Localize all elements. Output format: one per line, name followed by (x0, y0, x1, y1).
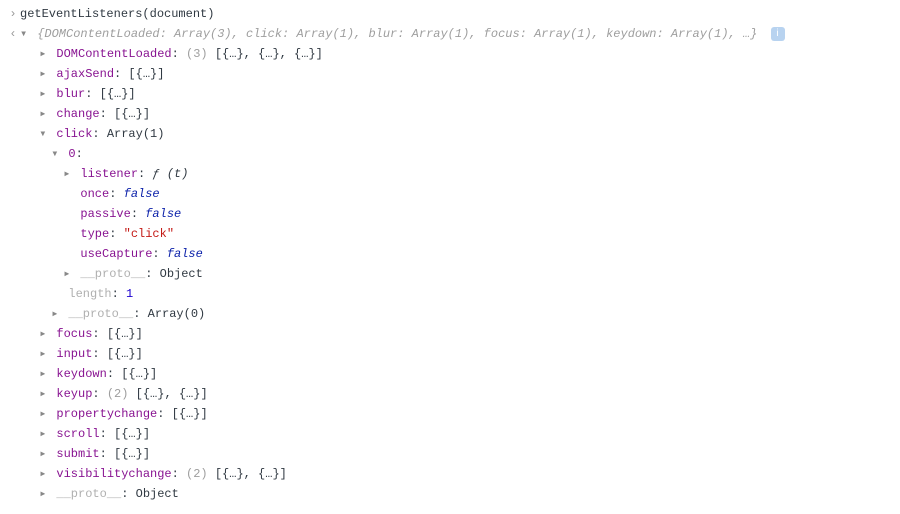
prop-key: focus (56, 327, 92, 341)
prop-preview: [{…}] (114, 427, 150, 441)
prop-value: false (167, 247, 203, 261)
input-prompt-icon (6, 4, 20, 24)
prop-value: Object (136, 487, 179, 501)
prop-key: click (56, 127, 92, 141)
result-summary: {DOMContentLoaded: Array(3), click: Arra… (37, 27, 757, 41)
prop-visibilitychange[interactable]: visibilitychange: (2) [{…}, {…}] (20, 464, 894, 484)
prop-key: propertychange (56, 407, 157, 421)
prop-value: 1 (126, 287, 133, 301)
prop-ajaxSend[interactable]: ajaxSend: [{…}] (20, 64, 894, 84)
chevron-right-icon[interactable] (39, 324, 49, 344)
prop-preview: [{…}] (107, 347, 143, 361)
devtools-console: getEventListeners(document) {DOMContentL… (0, 0, 900, 510)
prop-preview: [{…}] (114, 447, 150, 461)
prop-preview: [{…}] (128, 67, 164, 81)
index-0[interactable]: 0: (20, 144, 894, 164)
prop-once[interactable]: once: false (20, 184, 894, 204)
prop-value: Object (160, 267, 203, 281)
prop-proto-click[interactable]: __proto__: Array(0) (20, 304, 894, 324)
chevron-right-icon[interactable] (39, 384, 49, 404)
result-root[interactable]: {DOMContentLoaded: Array(3), click: Arra… (20, 24, 894, 44)
chevron-right-icon[interactable] (39, 344, 49, 364)
prop-submit[interactable]: submit: [{…}] (20, 444, 894, 464)
chevron-right-icon[interactable] (39, 444, 49, 464)
prop-DOMContentLoaded[interactable]: DOMContentLoaded: (3) [{…}, {…}, {…}] (20, 44, 894, 64)
prop-preview: [{…}, {…}] (215, 467, 287, 481)
prop-count: (2) (186, 467, 208, 481)
prop-length[interactable]: length: 1 (20, 284, 894, 304)
prop-input[interactable]: input: [{…}] (20, 344, 894, 364)
prop-key: input (56, 347, 92, 361)
chevron-right-icon[interactable] (39, 44, 49, 64)
prop-preview: [{…}] (100, 87, 136, 101)
prop-preview: [{…}, {…}, {…}] (215, 47, 323, 61)
prop-key: passive (80, 207, 130, 221)
chevron-down-icon[interactable] (39, 124, 49, 144)
chevron-right-icon[interactable] (51, 304, 61, 324)
prop-key: __proto__ (68, 307, 133, 321)
prop-proto-0[interactable]: __proto__: Object (20, 264, 894, 284)
prop-key: submit (56, 447, 99, 461)
prop-keydown[interactable]: keydown: [{…}] (20, 364, 894, 384)
chevron-right-icon[interactable] (39, 464, 49, 484)
chevron-right-icon[interactable] (39, 424, 49, 444)
prop-key: ajaxSend (56, 67, 114, 81)
prop-value: false (145, 207, 181, 221)
chevron-right-icon[interactable] (39, 364, 49, 384)
prop-focus[interactable]: focus: [{…}] (20, 324, 894, 344)
prop-value: false (124, 187, 160, 201)
prop-propertychange[interactable]: propertychange: [{…}] (20, 404, 894, 424)
chevron-right-icon[interactable] (39, 484, 49, 504)
chevron-right-icon[interactable] (39, 84, 49, 104)
prop-key: useCapture (80, 247, 152, 261)
prop-click[interactable]: click: Array(1) (20, 124, 894, 144)
prop-preview: [{…}, {…}] (136, 387, 208, 401)
prop-key: scroll (56, 427, 99, 441)
output-marker-icon (6, 24, 20, 44)
info-icon[interactable]: i (771, 27, 785, 41)
prop-change[interactable]: change: [{…}] (20, 104, 894, 124)
console-output-row: {DOMContentLoaded: Array(3), click: Arra… (0, 24, 900, 504)
prop-key: __proto__ (80, 267, 145, 281)
console-input-row: getEventListeners(document) (0, 4, 900, 24)
prop-proto-root[interactable]: __proto__: Object (20, 484, 894, 504)
chevron-right-icon[interactable] (39, 64, 49, 84)
prop-listener[interactable]: listener: ƒ (t) (20, 164, 894, 184)
prop-preview: [{…}] (121, 367, 157, 381)
prop-value: "click" (124, 227, 174, 241)
chevron-down-icon[interactable] (20, 24, 30, 44)
prop-value: Array(1) (107, 127, 165, 141)
prop-key: length (68, 287, 111, 301)
prop-useCapture[interactable]: useCapture: false (20, 244, 894, 264)
prop-key: once (80, 187, 109, 201)
prop-type[interactable]: type: "click" (20, 224, 894, 244)
prop-preview: [{…}] (114, 107, 150, 121)
chevron-right-icon[interactable] (63, 164, 73, 184)
prop-key: keydown (56, 367, 106, 381)
chevron-right-icon[interactable] (39, 104, 49, 124)
prop-scroll[interactable]: scroll: [{…}] (20, 424, 894, 444)
prop-preview: [{…}] (172, 407, 208, 421)
prop-keyup[interactable]: keyup: (2) [{…}, {…}] (20, 384, 894, 404)
prop-value: Array(0) (148, 307, 206, 321)
console-input-code: getEventListeners(document) (20, 7, 214, 21)
prop-passive[interactable]: passive: false (20, 204, 894, 224)
prop-count: (2) (107, 387, 129, 401)
chevron-right-icon[interactable] (39, 404, 49, 424)
prop-key: blur (56, 87, 85, 101)
prop-value: ƒ (t) (152, 167, 188, 181)
prop-blur[interactable]: blur: [{…}] (20, 84, 894, 104)
prop-key: 0 (68, 147, 75, 161)
prop-count: (3) (186, 47, 208, 61)
prop-key: __proto__ (56, 487, 121, 501)
prop-preview: [{…}] (107, 327, 143, 341)
prop-key: visibilitychange (56, 467, 171, 481)
prop-key: type (80, 227, 109, 241)
prop-key: listener (80, 167, 138, 181)
prop-key: DOMContentLoaded (56, 47, 171, 61)
chevron-down-icon[interactable] (51, 144, 61, 164)
chevron-right-icon[interactable] (63, 264, 73, 284)
prop-key: keyup (56, 387, 92, 401)
prop-key: change (56, 107, 99, 121)
